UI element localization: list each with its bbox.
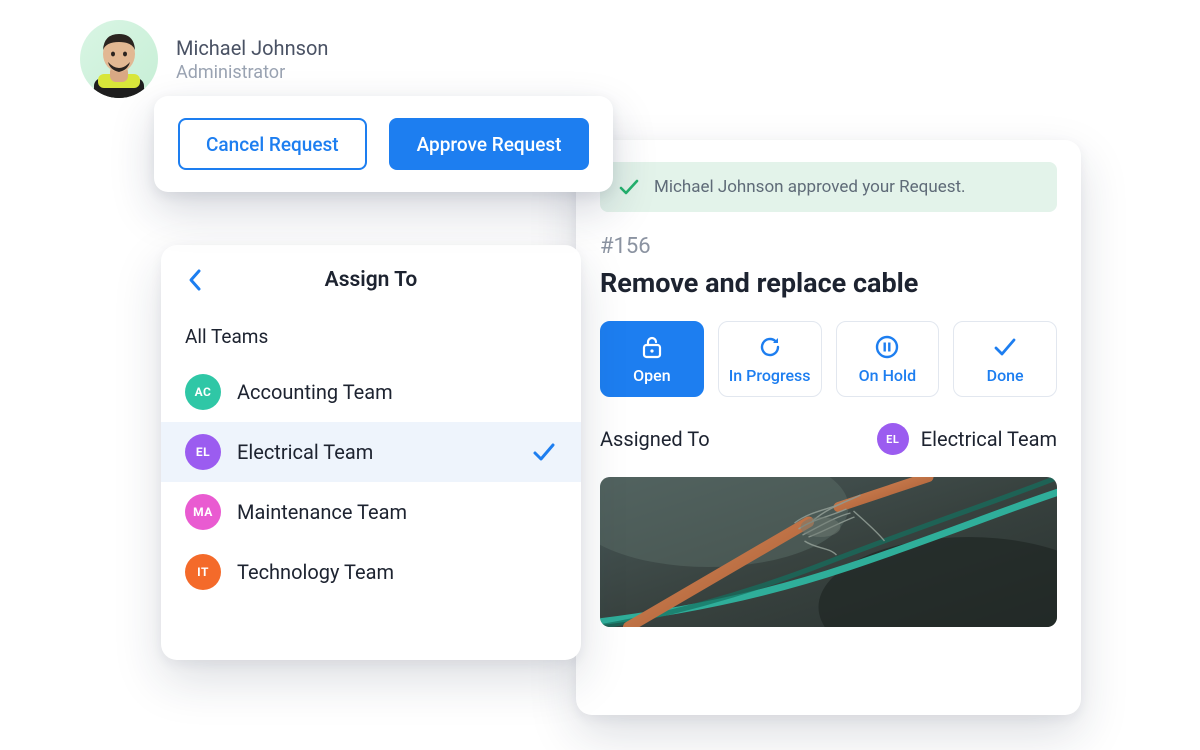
check-icon xyxy=(531,439,557,465)
assign-title: Assign To xyxy=(325,268,418,292)
team-badge: MA xyxy=(185,494,221,530)
assigned-to-row[interactable]: Assigned To EL Electrical Team xyxy=(600,423,1057,455)
approval-banner: Michael Johnson approved your Request. xyxy=(600,162,1057,212)
check-icon xyxy=(992,334,1018,360)
all-teams-label: All Teams xyxy=(161,315,581,362)
assigned-to-label: Assigned To xyxy=(600,427,710,451)
pause-icon xyxy=(874,334,900,360)
user-header: Michael Johnson Administrator xyxy=(80,20,328,98)
status-label: On Hold xyxy=(859,366,916,385)
task-id: #156 xyxy=(600,234,1057,259)
status-inprogress[interactable]: In Progress xyxy=(718,321,822,397)
team-badge: AC xyxy=(185,374,221,410)
team-badge: EL xyxy=(185,434,221,470)
approval-message: Michael Johnson approved your Request. xyxy=(654,177,966,197)
team-list: AC Accounting Team EL Electrical Team MA… xyxy=(161,362,581,602)
team-row-accounting[interactable]: AC Accounting Team xyxy=(161,362,581,422)
status-label: In Progress xyxy=(729,366,811,385)
team-row-electrical[interactable]: EL Electrical Team xyxy=(161,422,581,482)
user-name: Michael Johnson xyxy=(176,36,328,60)
refresh-icon xyxy=(757,334,783,360)
status-done[interactable]: Done xyxy=(953,321,1057,397)
task-title: Remove and replace cable xyxy=(600,267,1057,299)
chevron-left-icon xyxy=(187,268,203,292)
team-row-technology[interactable]: IT Technology Team xyxy=(161,542,581,602)
team-name: Accounting Team xyxy=(237,380,557,404)
request-action-card: Cancel Request Approve Request xyxy=(154,96,613,192)
approve-request-button[interactable]: Approve Request xyxy=(389,118,590,170)
cancel-request-button[interactable]: Cancel Request xyxy=(178,118,367,170)
team-name: Electrical Team xyxy=(237,440,515,464)
assigned-team-name: Electrical Team xyxy=(921,427,1057,451)
team-name: Technology Team xyxy=(237,560,557,584)
status-onhold[interactable]: On Hold xyxy=(836,321,940,397)
team-row-maintenance[interactable]: MA Maintenance Team xyxy=(161,482,581,542)
task-photo[interactable] xyxy=(600,477,1057,627)
unlock-icon xyxy=(639,334,665,360)
assign-to-panel: Assign To All Teams AC Accounting Team E… xyxy=(161,245,581,660)
team-badge: IT xyxy=(185,554,221,590)
team-name: Maintenance Team xyxy=(237,500,557,524)
user-role: Administrator xyxy=(176,62,328,83)
team-badge: EL xyxy=(877,423,909,455)
back-button[interactable] xyxy=(181,266,209,294)
status-picker: Open In Progress On Hold Done xyxy=(600,321,1057,397)
status-open[interactable]: Open xyxy=(600,321,704,397)
check-icon xyxy=(618,176,640,198)
task-detail-panel: Michael Johnson approved your Request. #… xyxy=(576,140,1081,715)
avatar xyxy=(80,20,158,98)
status-label: Done xyxy=(987,366,1024,385)
status-label: Open xyxy=(633,366,671,385)
